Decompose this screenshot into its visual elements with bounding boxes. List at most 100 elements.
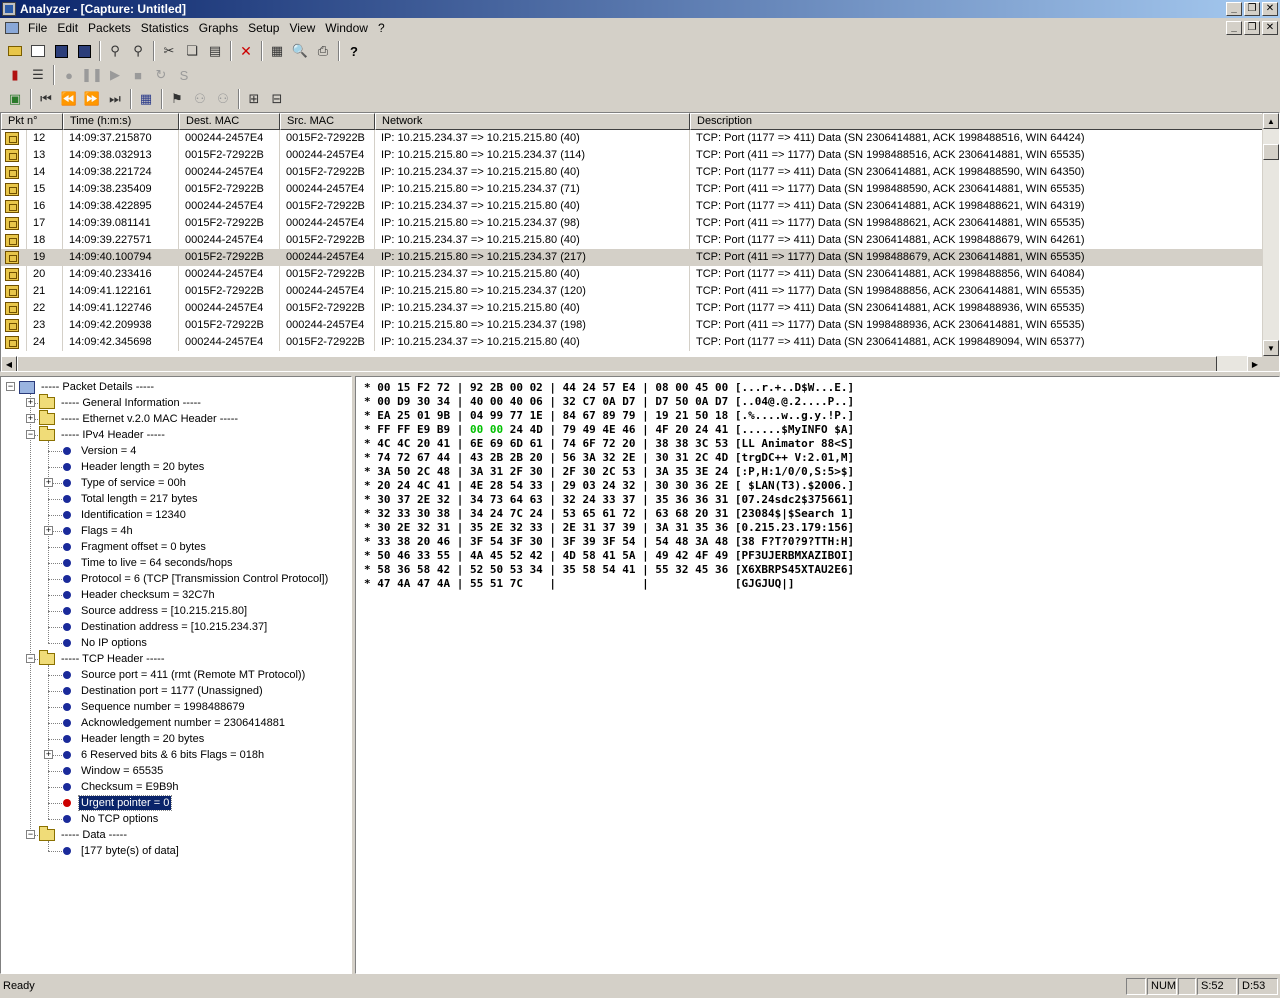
hex-row[interactable]: * 47 4A 47 4A | 55 51 7C | | [GJGJUQ|] (364, 577, 794, 591)
tree-leaf[interactable]: Fragment offset = 0 bytes (59, 539, 208, 555)
menu-view[interactable]: View (285, 21, 321, 35)
tree-leaf[interactable]: Acknowledgement number = 2306414881 (59, 715, 287, 731)
scroll-down-button[interactable]: ▼ (1263, 340, 1279, 356)
tree-leaf[interactable]: Total length = 217 bytes (59, 491, 200, 507)
tree-expander-icon[interactable]: + (44, 750, 53, 759)
document-icon[interactable] (4, 21, 20, 35)
table-row[interactable]: 20 14:09:40.233416 000244-2457E4 0015F2-729… (1, 266, 1263, 283)
step-button[interactable]: ▶ (104, 65, 126, 85)
hex-row[interactable]: * 33 38 20 46 | 3F 54 3F 30 | 3F 39 3F 5… (364, 535, 854, 549)
menu-edit[interactable]: Edit (53, 21, 84, 35)
hex-row[interactable]: * 50 46 33 55 | 4A 45 52 42 | 4D 58 41 5… (364, 549, 854, 563)
hex-row[interactable]: * EA 25 01 9B | 04 99 77 1E | 84 67 89 7… (364, 409, 854, 423)
delete-button[interactable]: ✕ (235, 41, 257, 61)
tree-leaf[interactable]: Protocol = 6 (TCP [Transmission Control … (59, 571, 330, 587)
table-row[interactable]: 18 14:09:39.227571 000244-2457E4 0015F2-729… (1, 232, 1263, 249)
node-a-button[interactable]: ⚇ (189, 89, 211, 109)
hex-row[interactable]: * 30 37 2E 32 | 34 73 64 63 | 32 24 33 3… (364, 493, 854, 507)
hex-row[interactable]: * 4C 4C 20 41 | 6E 69 6D 61 | 74 6F 72 2… (364, 437, 854, 451)
tree-leaf[interactable]: Identification = 12340 (59, 507, 188, 523)
scroll-left-button[interactable]: ◀ (1, 356, 17, 371)
hscroll-thumb[interactable] (17, 356, 1217, 371)
col-header-time[interactable]: Time (h:m:s) (63, 113, 179, 130)
hex-row[interactable]: * 00 15 F2 72 | 92 2B 00 02 | 44 24 57 E… (364, 381, 854, 395)
col-header-dest-mac[interactable]: Dest. MAC (179, 113, 280, 130)
tree-leaf[interactable]: No IP options (59, 635, 149, 651)
tree-root[interactable]: ----- Packet Details ----- (19, 379, 156, 395)
scroll-thumb[interactable] (1263, 144, 1279, 160)
hex-row[interactable]: * 00 D9 30 34 | 40 00 40 06 | 32 C7 0A D… (364, 395, 854, 409)
hex-row[interactable]: * 30 2E 32 31 | 35 2E 32 33 | 2E 31 37 3… (364, 521, 854, 535)
grid-button[interactable]: ▦ (135, 89, 157, 109)
tree-button[interactable]: ⊞ (243, 89, 265, 109)
table-row[interactable]: 16 14:09:38.422895 000244-2457E4 0015F2-729… (1, 198, 1263, 215)
save-as-button[interactable] (73, 41, 95, 61)
paste-button[interactable]: ▤ (204, 41, 226, 61)
close-button[interactable]: ✕ (1262, 2, 1278, 16)
tree-leaf[interactable]: No TCP options (59, 811, 160, 827)
doc-minimize-button[interactable]: _ (1226, 21, 1242, 35)
save-button[interactable] (50, 41, 72, 61)
table-row[interactable]: 24 14:09:42.345698 000244-2457E4 0015F2-729… (1, 334, 1263, 351)
open-button[interactable] (4, 41, 26, 61)
col-header-network[interactable]: Network (375, 113, 690, 130)
capture-list-button[interactable]: ☰ (27, 65, 49, 85)
table-row[interactable]: 21 14:09:41.122161 0015F2-72922B 000244-245… (1, 283, 1263, 300)
restore-button[interactable]: ❐ (1244, 2, 1260, 16)
tree-expander-icon[interactable]: − (26, 830, 35, 839)
packet-list-hscroll[interactable]: ◀ ▶ (1, 356, 1263, 371)
tree-leaf[interactable]: Urgent pointer = 0 (59, 795, 173, 811)
tree-leaf[interactable]: Destination port = 1177 (Unassigned) (59, 683, 265, 699)
hex-row[interactable]: * 32 33 30 38 | 34 24 7C 24 | 53 65 61 7… (364, 507, 854, 521)
cut-button[interactable]: ✂ (158, 41, 180, 61)
print-button[interactable]: ⎙ (312, 41, 334, 61)
help-button[interactable]: ? (343, 41, 365, 61)
menu-file[interactable]: File (24, 21, 53, 35)
tree-leaf[interactable]: [177 byte(s) of data] (59, 843, 181, 859)
settings-s-button[interactable]: S (173, 65, 195, 85)
copy-button[interactable]: ❏ (181, 41, 203, 61)
table-row[interactable]: 14 14:09:38.221724 000244-2457E4 0015F2-729… (1, 164, 1263, 181)
node-b-button[interactable]: ⚇ (212, 89, 234, 109)
tree-leaf[interactable]: Window = 65535 (59, 763, 165, 779)
tree-leaf[interactable]: Source port = 411 (rmt (Remote MT Protoc… (59, 667, 307, 683)
next-packet-button[interactable]: ⏩ (81, 89, 103, 109)
tree-leaf[interactable]: Version = 4 (59, 443, 138, 459)
tree-expander-icon[interactable]: − (6, 382, 15, 391)
tree-leaf[interactable]: Header checksum = 32C7h (59, 587, 217, 603)
statistics-button[interactable]: ▮ (4, 65, 26, 85)
record-button[interactable]: ● (58, 65, 80, 85)
tree-leaf[interactable]: Header length = 20 bytes (59, 459, 206, 475)
hex-row[interactable]: * 20 24 4C 41 | 4E 28 54 33 | 29 03 24 3… (364, 479, 854, 493)
hex-row[interactable]: * FF FF E9 B9 | 00 00 24 4D | 79 49 4E 4… (364, 423, 854, 437)
first-packet-button[interactable]: ⏮ (35, 89, 57, 109)
find-button[interactable]: ⚲ (104, 41, 126, 61)
col-header-description[interactable]: Description (690, 113, 1263, 130)
table-row[interactable]: 19 14:09:40.100794 0015F2-72922B 000244-245… (1, 249, 1263, 266)
tree-leaf[interactable]: Sequence number = 1998488679 (59, 699, 247, 715)
tree-folder[interactable]: ----- Ethernet v.2.0 MAC Header ----- (39, 410, 240, 427)
tree-expander-icon[interactable]: + (26, 398, 35, 407)
tree-expander-icon[interactable]: + (26, 414, 35, 423)
scroll-up-button[interactable]: ▲ (1263, 113, 1279, 129)
pause-button[interactable]: ❚❚ (81, 65, 103, 85)
menu-packets[interactable]: Packets (84, 21, 137, 35)
tree-folder[interactable]: ----- General Information ----- (39, 394, 203, 411)
menu-help[interactable]: ? (374, 21, 391, 35)
tree-leaf[interactable]: Type of service = 00h (59, 475, 188, 491)
tree-leaf[interactable]: Destination address = [10.215.234.37] (59, 619, 269, 635)
print-preview-button[interactable]: 🔍 (289, 41, 311, 61)
tree-leaf[interactable]: Flags = 4h (59, 523, 135, 539)
doc-restore-button[interactable]: ❐ (1244, 21, 1260, 35)
menu-setup[interactable]: Setup (244, 21, 285, 35)
table-row[interactable]: 23 14:09:42.209938 0015F2-72922B 000244-245… (1, 317, 1263, 334)
find-next-button[interactable]: ⚲ (127, 41, 149, 61)
filter-button[interactable]: ▣ (4, 89, 26, 109)
properties-button[interactable]: ▦ (266, 41, 288, 61)
stop-button[interactable]: ■ (127, 65, 149, 85)
tree-collapse-button[interactable]: ⊟ (266, 89, 288, 109)
tree-leaf[interactable]: Source address = [10.215.215.80] (59, 603, 249, 619)
tree-leaf[interactable]: Time to live = 64 seconds/hops (59, 555, 235, 571)
tree-leaf[interactable]: Checksum = E9B9h (59, 779, 181, 795)
tree-leaf[interactable]: Header length = 20 bytes (59, 731, 206, 747)
